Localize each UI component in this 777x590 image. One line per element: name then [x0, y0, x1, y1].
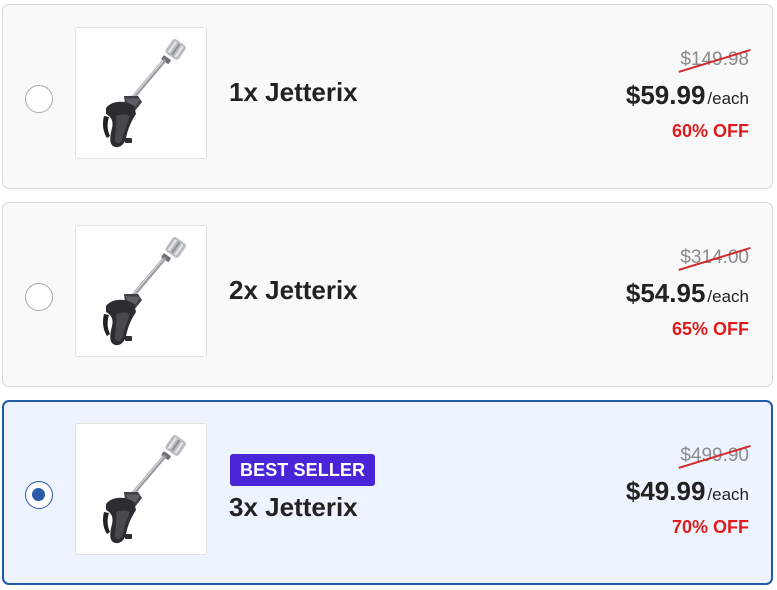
offer-radio-3x[interactable]	[25, 481, 53, 509]
price-block: $499.90 $49.99/each 70% OFF	[529, 445, 751, 545]
offer-radio-1x[interactable]	[25, 85, 53, 113]
spray-wand-icon	[101, 233, 190, 348]
offer-option-1x[interactable]: 1x Jetterix $149.98 $59.99/each 60% OFF	[2, 4, 773, 189]
sale-price: $54.95	[625, 278, 706, 308]
price-block: $314.00 $54.95/each 65% OFF	[529, 247, 751, 347]
discount-label: 60% OFF	[671, 121, 749, 141]
spray-wand-icon	[101, 35, 190, 150]
price-block: $149.98 $59.99/each 60% OFF	[529, 49, 751, 149]
offer-title: 3x Jetterix	[229, 492, 358, 522]
bundle-offer-list: 1x Jetterix $149.98 $59.99/each 60% OFF …	[0, 0, 777, 590]
product-image	[75, 225, 207, 357]
offer-option-3x[interactable]: BEST SELLER 3x Jetterix $499.90 $49.99/e…	[2, 400, 773, 585]
original-price: $314.00	[678, 247, 751, 271]
offer-title: 2x Jetterix	[229, 275, 358, 305]
product-image	[75, 27, 207, 159]
best-seller-badge: BEST SELLER	[230, 454, 376, 486]
per-unit-label: /each	[707, 485, 749, 504]
offer-radio-2x[interactable]	[25, 283, 53, 311]
discount-label: 70% OFF	[671, 517, 749, 537]
discount-label: 65% OFF	[671, 319, 749, 339]
radio-selected-dot	[32, 488, 45, 501]
sale-price: $49.99	[625, 476, 706, 506]
sale-price: $59.99	[625, 80, 706, 110]
product-image	[75, 423, 207, 555]
per-unit-label: /each	[707, 89, 749, 108]
per-unit-label: /each	[707, 287, 749, 306]
offer-option-2x[interactable]: 2x Jetterix $314.00 $54.95/each 65% OFF	[2, 202, 773, 387]
original-price: $499.90	[678, 445, 751, 469]
spray-wand-icon	[101, 431, 190, 546]
original-price: $149.98	[678, 49, 751, 73]
offer-title: 1x Jetterix	[229, 77, 358, 107]
